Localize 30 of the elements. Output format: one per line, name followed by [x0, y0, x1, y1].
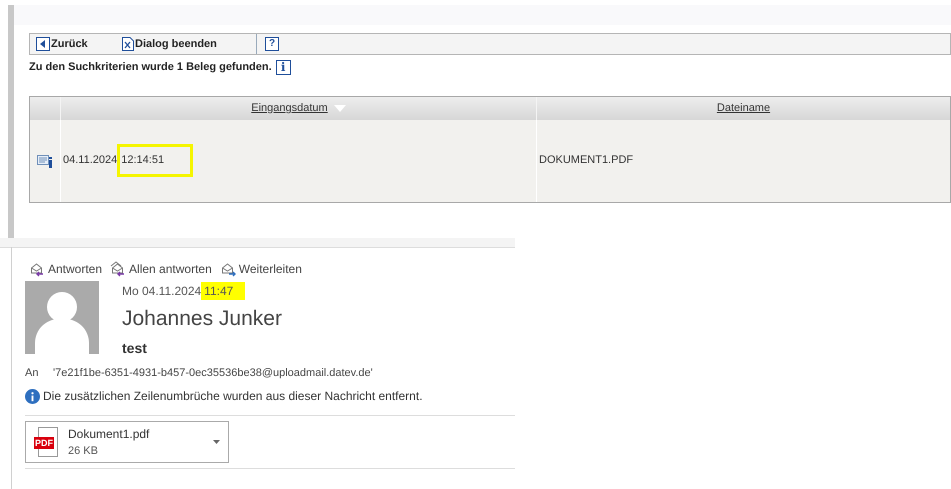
forward-button[interactable]: Weiterleiten	[220, 260, 302, 278]
column-header[interactable]: Eingangsdatum	[61, 96, 537, 120]
close-document-icon	[122, 37, 134, 51]
notice-text: Die zusätzlichen Zeilenumbrüche wurden aus dieser Nachricht entfernt.	[43, 388, 423, 405]
envelope-icon	[220, 261, 237, 277]
attachment-card[interactable]: PDF Dokument1.pdf 26 KB	[25, 421, 229, 463]
info-icon	[25, 388, 40, 404]
column-header[interactable]: Dateiname	[537, 96, 950, 120]
info-icon[interactable]: i	[276, 60, 291, 75]
mail-date: Mo 04.11.2024	[122, 283, 202, 300]
document-info-icon[interactable]	[37, 154, 53, 168]
time-cell: 12:14:51	[117, 144, 194, 177]
attachment-name: Dokument1.pdf	[68, 426, 150, 443]
date-cell-text: 04.11.2024	[63, 153, 118, 168]
close-dialog-button[interactable]: Dialog beenden	[122, 34, 252, 54]
attachment-size: 26 KB	[68, 444, 99, 459]
sort-down-icon	[334, 104, 346, 112]
to-label: An	[25, 366, 40, 380]
sender-name: Johannes Junker	[122, 306, 282, 332]
mail-time: 11:47	[201, 282, 246, 300]
back-button[interactable]: Zurück	[30, 34, 122, 54]
result-message: Zu den Suchkriterien wurde 1 Beleg gefunden.	[29, 60, 272, 75]
help-button[interactable]: ?	[265, 37, 279, 51]
envelope-icon	[29, 261, 46, 277]
reply-all-button[interactable]: Allen antworten	[110, 260, 212, 278]
dropdown-caret-icon[interactable]	[213, 440, 220, 444]
reply-button[interactable]: Antworten	[29, 260, 102, 278]
filename-cell-text: DOKUMENT1.PDF	[539, 153, 634, 168]
mail-subject: test	[122, 338, 148, 358]
recipient-address: '7e21f1be-6351-4931-b457-0ec35536be38@uploadmail.datev.de'	[53, 366, 373, 380]
